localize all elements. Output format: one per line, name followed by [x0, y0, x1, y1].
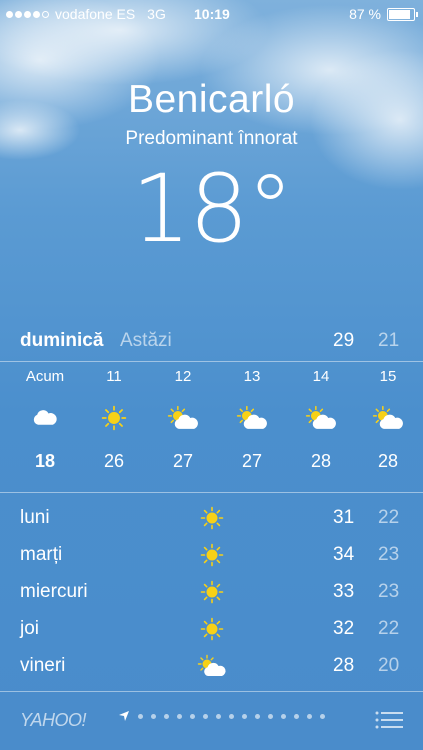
- page-dot[interactable]: [229, 713, 234, 719]
- signal-strength-icon: [6, 10, 49, 18]
- hour-time: 15: [379, 368, 397, 385]
- sun-icon: [194, 613, 230, 645]
- partly-sunny-icon: [217, 388, 287, 448]
- page-dot[interactable]: [268, 713, 273, 719]
- hour-temp: 18: [34, 451, 56, 471]
- page-dot[interactable]: [307, 713, 312, 719]
- hour-time: 11: [106, 368, 122, 385]
- page-dot[interactable]: [320, 713, 325, 719]
- page-dot[interactable]: [216, 713, 221, 719]
- partly-sunny-icon: [286, 388, 356, 448]
- list-icon[interactable]: [375, 710, 403, 730]
- forecast-high: 32: [333, 618, 355, 639]
- page-dot[interactable]: [281, 713, 286, 719]
- today-high: 29: [333, 330, 355, 351]
- forecast-low: 23: [378, 581, 400, 602]
- page-dot[interactable]: [190, 713, 195, 719]
- sun-icon: [79, 388, 149, 448]
- forecast-day: joi: [20, 618, 40, 639]
- page-dot[interactable]: [177, 713, 182, 719]
- cloud-icon: [10, 388, 80, 448]
- page-indicator[interactable]: [118, 710, 325, 722]
- status-bar: vodafone ES 3G 10:19 87 %: [0, 0, 423, 28]
- hourly-forecast[interactable]: Acum 18 11 26 12 27 13 27 14 28 15 28: [0, 366, 423, 491]
- battery-icon: [387, 7, 418, 21]
- today-day: duminică: [20, 330, 104, 351]
- divider: [0, 492, 423, 493]
- weather-condition: Predominant înnorat: [125, 128, 298, 149]
- hour-item: Acum 18: [10, 366, 80, 474]
- status-time: 10:19: [194, 6, 230, 22]
- partly-sunny-icon: [353, 388, 423, 448]
- divider: [0, 361, 423, 362]
- hour-time: 12: [174, 368, 192, 385]
- yahoo-logo[interactable]: YAHOO!: [20, 710, 87, 731]
- page-dot[interactable]: [138, 713, 143, 719]
- forecast-high: 28: [333, 655, 355, 676]
- list-item: marți 34 23: [0, 537, 423, 574]
- hour-temp: 27: [172, 451, 194, 471]
- today-summary: duminică Astăzi 29 21: [0, 326, 423, 358]
- hour-temp: 28: [377, 451, 399, 471]
- page-dot[interactable]: [164, 713, 169, 719]
- list-item: vineri 28 20: [0, 648, 423, 685]
- forecast-high: 33: [333, 581, 355, 602]
- list-item: luni 31 22: [0, 500, 423, 537]
- carrier-name: vodafone ES: [55, 6, 136, 22]
- forecast-day: luni: [20, 507, 50, 528]
- forecast-low: 22: [378, 507, 400, 528]
- today-label: Astăzi: [120, 330, 172, 351]
- page-dot[interactable]: [255, 713, 260, 719]
- today-low: 21: [378, 330, 400, 351]
- city-name: Benicarló: [127, 78, 296, 121]
- hour-time: 14: [312, 368, 330, 385]
- forecast-low: 22: [378, 618, 400, 639]
- hour-item: 13 27: [217, 366, 287, 474]
- daily-forecast: luni 31 22 marți 34 23 miercuri 33 23 jo…: [0, 500, 423, 685]
- list-item: joi 32 22: [0, 611, 423, 648]
- forecast-day: marți: [20, 544, 63, 565]
- page-dot[interactable]: [151, 713, 156, 719]
- hour-item: 11 26: [79, 366, 149, 474]
- page-dot[interactable]: [242, 713, 247, 719]
- sun-icon: [194, 539, 230, 571]
- forecast-low: 23: [378, 544, 400, 565]
- partly-sunny-icon: [148, 388, 218, 448]
- hour-time: 13: [243, 368, 261, 385]
- page-dot[interactable]: [203, 713, 208, 719]
- hour-temp: 26: [103, 451, 125, 471]
- forecast-low: 20: [378, 655, 400, 676]
- hour-item: 12 27: [148, 366, 218, 474]
- sun-icon: [194, 502, 230, 534]
- forecast-high: 34: [333, 544, 355, 565]
- hour-item: 15 28: [353, 366, 423, 474]
- network-type: 3G: [147, 6, 166, 22]
- hour-item: 14 28: [286, 366, 356, 474]
- hour-temp: 27: [241, 451, 263, 471]
- location-arrow-icon: [119, 711, 129, 721]
- footer-toolbar: YAHOO!: [0, 692, 423, 750]
- hour-temp: 28: [310, 451, 332, 471]
- sun-icon: [194, 576, 230, 608]
- forecast-day: miercuri: [20, 581, 88, 602]
- list-item: miercuri 33 23: [0, 574, 423, 611]
- partly-sunny-icon: [194, 650, 230, 682]
- hour-time: Acum: [25, 368, 65, 385]
- forecast-high: 31: [333, 507, 355, 528]
- page-dot[interactable]: [294, 713, 299, 719]
- current-temperature: 18°: [131, 155, 294, 264]
- battery-percent: 87 %: [349, 6, 381, 22]
- forecast-day: vineri: [20, 655, 66, 676]
